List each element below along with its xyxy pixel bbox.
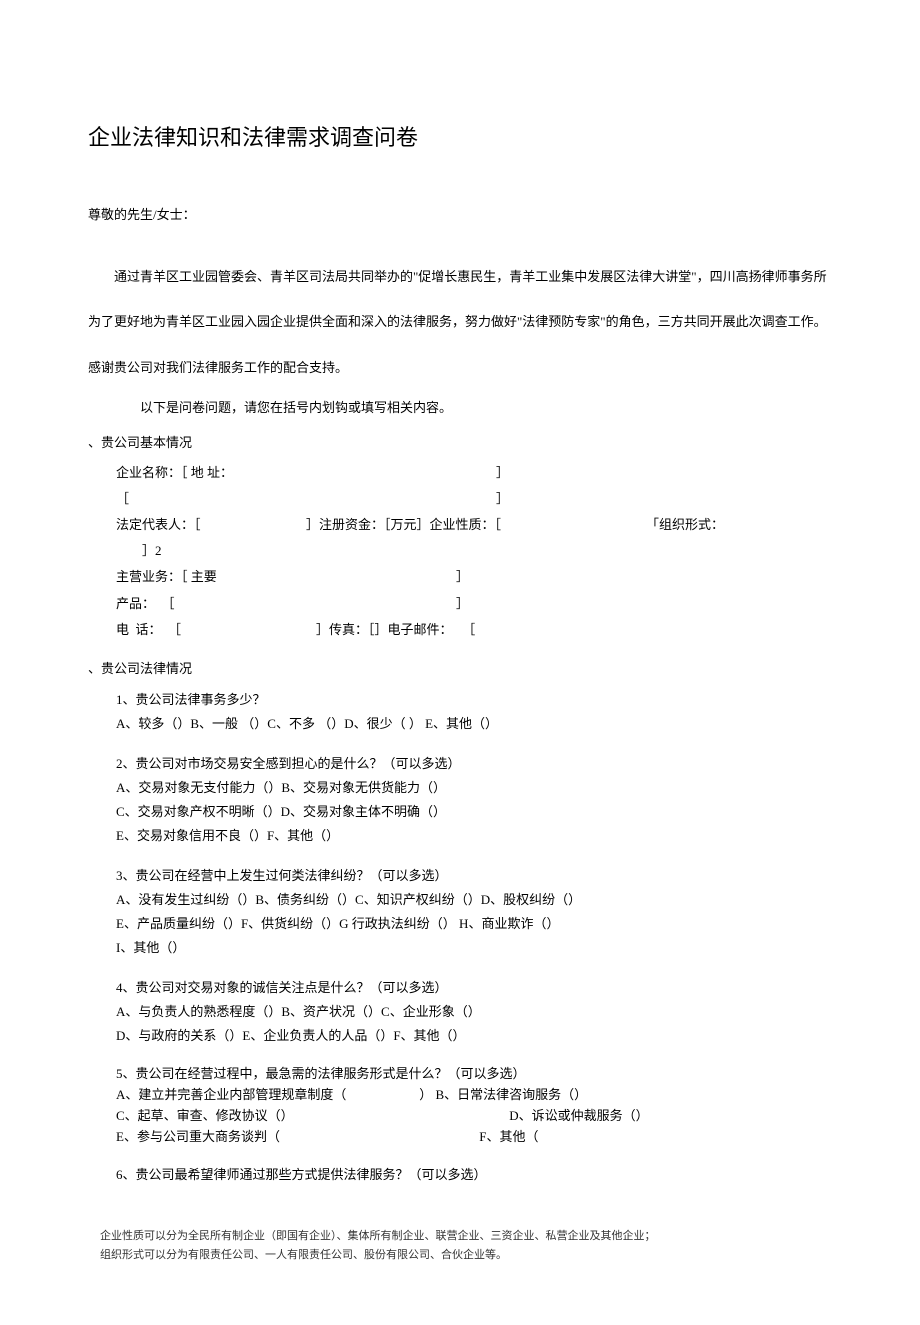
footnote: 企业性质可以分为全民所有制企业（即国有企业）、集体所有制企业、联营企业、三资企业… [88,1227,832,1264]
field-company-name[interactable]: 企业名称：［ 地 址： [116,462,496,484]
q4-opt-line1[interactable]: A、与负责人的熟悉程度（）B、资产状况（）C、企业形象（） [116,1000,832,1024]
q2-opt-line2[interactable]: C、交易对象产权不明晰（）D、交易对象主体不明确（） [116,800,832,824]
bracket: ］ [496,488,509,510]
questions-block: 1、贵公司法律事务多少？ A、较多（）B、一般 （）C、不多 （）D、很少（ ）… [88,688,832,1188]
q5-opt-d[interactable]: D、诉讼或仲裁服务（） [509,1108,648,1123]
field-product[interactable]: 产品： ［ [116,593,456,615]
section1-header: 、贵公司基本情况 [88,433,832,454]
q2-opt-line1[interactable]: A、交易对象无支付能力（）B、交易对象无供货能力（） [116,776,832,800]
q2-text: 2、贵公司对市场交易安全感到担心的是什么？（可以多选） [116,752,832,776]
field-main-business[interactable]: 主营业务：［ 主要 [116,566,456,588]
q5-text: 5、贵公司在经营过程中，最急需的法律服务形式是什么？（可以多选） [116,1064,832,1085]
q3-opt-line2[interactable]: E、产品质量纠纷（）F、供货纠纷（）G 行政执法纠纷（） H、商业欺诈（） [116,912,832,936]
field-legal-rep[interactable]: 法定代表人：［ [116,514,306,536]
section2-header: 、贵公司法律情况 [88,659,832,680]
q5-opt-e[interactable]: E、参与公司重大商务谈判（ [116,1127,476,1148]
basic-info-block: 企业名称：［ 地 址： ］ ［ ］ 法定代表人：［ ］注册资金：［万元］企业性质… [88,462,832,641]
bracket: ］ [456,593,469,615]
q3-opt-line3[interactable]: I、其他（） [116,936,832,960]
field-fax-email[interactable]: ］传真：［］电子邮件： ［ [316,619,475,641]
field-org-form[interactable]: 「组织形式： [646,514,724,536]
q3-text: 3、贵公司在经营中上发生过何类法律纠纷？（可以多选） [116,864,832,888]
field-reg-capital-nature[interactable]: ］注册资金：［万元］企业性质：［ [306,514,646,536]
q5-opt-c[interactable]: C、起草、审查、修改协议（） [116,1106,506,1127]
q5-opt-a[interactable]: A、建立并完善企业内部管理规章制度（ [116,1085,416,1106]
q5-opt-line1[interactable]: A、建立并完善企业内部管理规章制度（ ） B、日常法律咨询服务（） [116,1085,832,1106]
field-org-form-end: ］2 [116,540,162,562]
q4-text: 4、贵公司对交易对象的诚信关注点是什么？（可以多选） [116,976,832,1000]
footnote-line1: 企业性质可以分为全民所有制企业（即国有企业）、集体所有制企业、联营企业、三资企业… [100,1227,832,1246]
q6-text: 6、贵公司最希望律师通过那些方式提供法律服务？（可以多选） [116,1163,832,1187]
q1-text: 1、贵公司法律事务多少？ [116,688,832,712]
question-5: 5、贵公司在经营过程中，最急需的法律服务形式是什么？（可以多选） A、建立并完善… [116,1064,832,1147]
q1-options[interactable]: A、较多（）B、一般 （）C、不多 （）D、很少（ ） E、其他（） [116,712,832,736]
field-address[interactable]: ［ [116,488,496,510]
bracket: ］ [496,462,509,484]
q5-opt-line2[interactable]: C、起草、审查、修改协议（） D、诉讼或仲裁服务（） [116,1106,832,1127]
q5-opt-line3[interactable]: E、参与公司重大商务谈判（ F、其他（ [116,1127,832,1148]
instruction-text: 以下是问卷问题，请您在括号内划钩或填写相关内容。 [88,398,832,419]
q4-opt-line2[interactable]: D、与政府的关系（）E、企业负责人的人品（）F、其他（） [116,1024,832,1048]
page-title: 企业法律知识和法律需求调查问卷 [88,120,832,155]
salutation: 尊敬的先生/女士： [88,205,832,226]
question-4: 4、贵公司对交易对象的诚信关注点是什么？（可以多选） A、与负责人的熟悉程度（）… [116,976,832,1048]
question-3: 3、贵公司在经营中上发生过何类法律纠纷？（可以多选） A、没有发生过纠纷（）B、… [116,864,832,960]
field-phone[interactable]: 电 话： ［ [116,619,316,641]
question-6: 6、贵公司最希望律师通过那些方式提供法律服务？（可以多选） [116,1163,832,1187]
q5-opt-b[interactable]: ） B、日常法律咨询服务（） [419,1087,587,1102]
question-2: 2、贵公司对市场交易安全感到担心的是什么？（可以多选） A、交易对象无支付能力（… [116,752,832,848]
question-1: 1、贵公司法律事务多少？ A、较多（）B、一般 （）C、不多 （）D、很少（ ）… [116,688,832,736]
bracket: ］ [456,566,469,588]
q3-opt-line1[interactable]: A、没有发生过纠纷（）B、债务纠纷（）C、知识产权纠纷（）D、股权纠纷（） [116,888,832,912]
intro-paragraph: 通过青羊区工业园管委会、青羊区司法局共同举办的"促增长惠民生，青羊工业集中发展区… [88,254,832,391]
footnote-line2: 组织形式可以分为有限责任公司、一人有限责任公司、股份有限公司、合伙企业等。 [100,1246,832,1265]
q5-opt-f[interactable]: F、其他（ [479,1129,538,1144]
q2-opt-line3[interactable]: E、交易对象信用不良（）F、其他（） [116,824,832,848]
